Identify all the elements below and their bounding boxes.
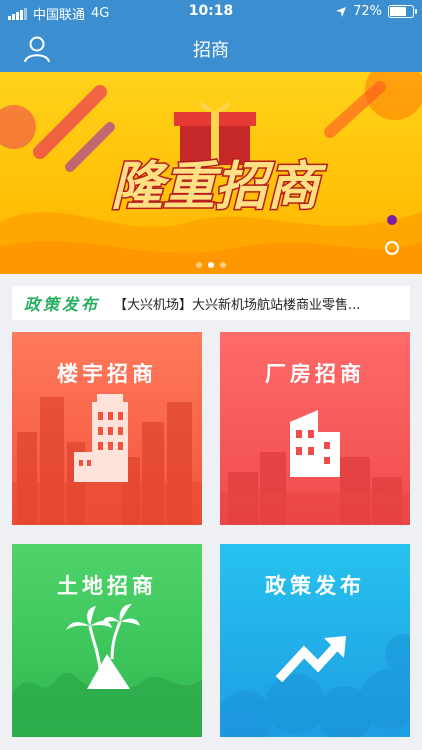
battery-percent: 72% bbox=[353, 4, 382, 19]
tile-policy-release[interactable]: 政策发布 bbox=[220, 544, 410, 737]
tile-label: 政策发布 bbox=[265, 574, 365, 598]
status-right: 72% bbox=[335, 4, 417, 19]
notice-text[interactable]: 【大兴机场】大兴新机场航站楼商业零售... bbox=[114, 294, 374, 313]
tile-label: 土地招商 bbox=[57, 574, 157, 598]
tile-factory-investment[interactable]: 厂房招商 bbox=[220, 332, 410, 525]
tile-land-investment[interactable]: 土地招商 bbox=[12, 544, 202, 737]
status-bar: 中国联通 4G 10:18 72% bbox=[0, 0, 422, 24]
notice-bar[interactable]: 政策发布 【大兴机场】大兴新机场航站楼商业零售... bbox=[12, 286, 410, 320]
location-arrow-icon bbox=[336, 6, 347, 17]
promo-banner[interactable]: 隆重招商 bbox=[0, 72, 422, 274]
tile-building-investment[interactable]: 楼宇招商 bbox=[12, 332, 202, 525]
banner-dot[interactable] bbox=[196, 262, 202, 268]
page-title: 招商 bbox=[193, 40, 229, 61]
tile-label: 楼宇招商 bbox=[57, 362, 157, 386]
banner-dot[interactable] bbox=[220, 262, 226, 268]
tile-label: 厂房招商 bbox=[265, 362, 365, 386]
navbar: 招商 bbox=[0, 24, 422, 72]
banner-dot[interactable] bbox=[208, 262, 214, 268]
banner-artwork: 隆重招商 bbox=[0, 72, 422, 274]
notice-label: 政策发布 bbox=[24, 295, 101, 314]
banner-pagination bbox=[0, 262, 422, 268]
banner-headline: 隆重招商 bbox=[111, 157, 327, 217]
battery-icon bbox=[388, 5, 417, 18]
